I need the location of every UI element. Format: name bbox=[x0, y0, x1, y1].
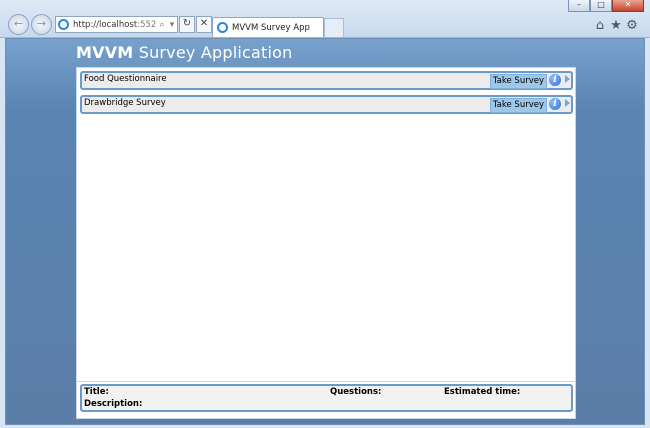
address-actions: ↻ ✕ bbox=[179, 16, 213, 33]
title-label: Title: bbox=[84, 387, 109, 397]
address-url[interactable]: http://localhost:55219/ bbox=[73, 20, 157, 30]
maximize-button[interactable]: □ bbox=[590, 0, 612, 12]
close-window-button[interactable]: ✕ bbox=[612, 0, 644, 12]
search-icon[interactable]: ⌕ bbox=[157, 20, 167, 30]
home-icon[interactable]: ⌂ bbox=[592, 18, 608, 33]
navigation-buttons: ← → bbox=[8, 14, 54, 35]
survey-row-food[interactable]: Food Questionnaire Take Survey i bbox=[80, 71, 573, 90]
app-title: MVVM Survey Application bbox=[76, 43, 293, 62]
browser-tools: ⌂ ★ ⚙ bbox=[592, 18, 640, 33]
survey-name: Drawbridge Survey bbox=[84, 98, 166, 108]
info-icon[interactable]: i bbox=[549, 74, 561, 86]
arrow-right-icon[interactable] bbox=[565, 99, 570, 107]
minimize-button[interactable]: – bbox=[568, 0, 590, 12]
questions-label: Questions: bbox=[330, 387, 382, 397]
ie-logo-icon bbox=[58, 19, 69, 30]
take-survey-button[interactable]: Take Survey bbox=[489, 74, 547, 89]
window-controls: – □ ✕ bbox=[568, 0, 644, 12]
back-button[interactable]: ← bbox=[8, 14, 29, 35]
address-bar[interactable]: http://localhost:55219/ ⌕ ▾ bbox=[55, 16, 178, 33]
refresh-icon[interactable]: ↻ bbox=[179, 16, 195, 33]
settings-gear-icon[interactable]: ⚙ bbox=[624, 18, 640, 33]
divider bbox=[77, 381, 575, 382]
new-tab-button[interactable] bbox=[324, 18, 344, 37]
page-viewport: MVVM Survey Application Food Questionnai… bbox=[5, 38, 645, 425]
dropdown-icon[interactable]: ▾ bbox=[167, 20, 177, 30]
arrow-right-icon[interactable] bbox=[565, 75, 570, 83]
forward-button[interactable]: → bbox=[31, 14, 52, 35]
stop-icon[interactable]: ✕ bbox=[196, 16, 212, 33]
survey-row-drawbridge[interactable]: Drawbridge Survey Take Survey i bbox=[80, 95, 573, 114]
description-label: Description: bbox=[84, 399, 143, 409]
survey-name: Food Questionnaire bbox=[84, 74, 167, 84]
estimated-time-label: Estimated time: bbox=[444, 387, 521, 397]
tab-ie-icon bbox=[217, 22, 228, 33]
survey-panel: Food Questionnaire Take Survey i Drawbri… bbox=[76, 67, 576, 419]
browser-chrome: – □ ✕ ← → http://localhost:55219/ ⌕ ▾ ↻ … bbox=[0, 0, 650, 38]
favorites-star-icon[interactable]: ★ bbox=[608, 18, 624, 33]
survey-details: Title: Questions: Estimated time: Descri… bbox=[80, 384, 573, 412]
info-icon[interactable]: i bbox=[549, 98, 561, 110]
take-survey-button[interactable]: Take Survey bbox=[489, 98, 547, 113]
browser-tab[interactable]: MVVM Survey App bbox=[212, 17, 324, 37]
tab-title: MVVM Survey App bbox=[232, 22, 310, 33]
